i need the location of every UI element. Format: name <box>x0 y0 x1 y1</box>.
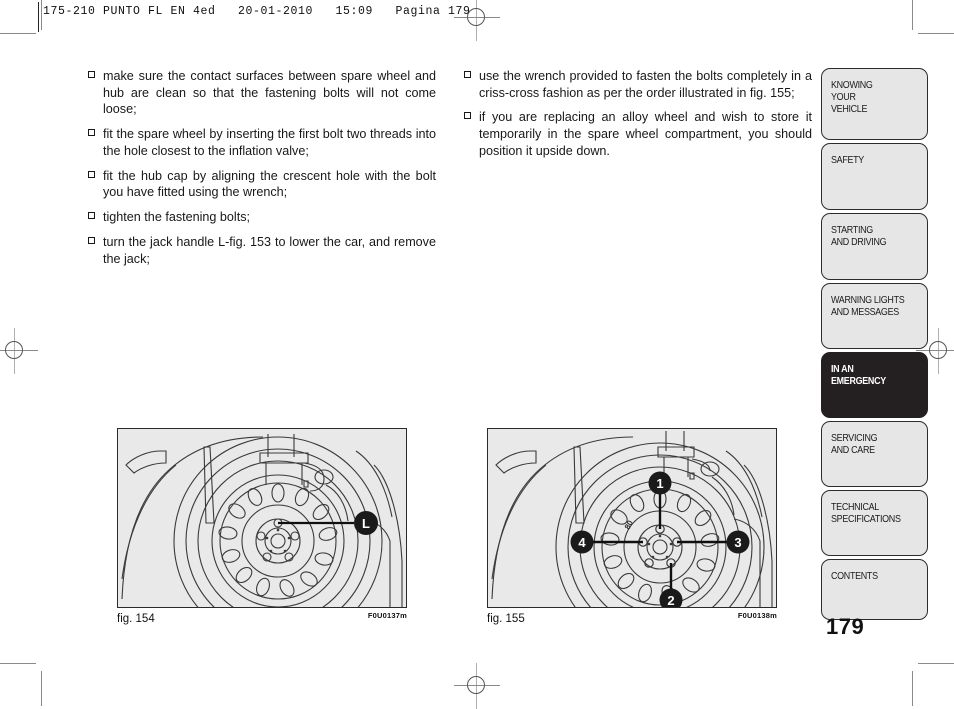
trim-mark-top-right-vertical <box>912 0 913 30</box>
tab-label: STARTING AND DRIVING <box>831 225 887 249</box>
trim-mark-top-left-vertical <box>41 0 42 30</box>
section-tab-strip: KNOWING YOUR VEHICLE SAFETY STARTING AND… <box>821 68 928 623</box>
callout-label-4: 4 <box>578 535 586 550</box>
trim-mark-top-right-horizontal <box>918 33 954 34</box>
wheel-illustration-155: 80 1 2 3 4 <box>491 431 773 608</box>
registration-mark-bottom-center <box>454 663 500 709</box>
list-item: turn the jack handle L-fig. 153 to lower… <box>88 234 436 267</box>
right-bullet-list: use the wrench provided to fasten the bo… <box>464 68 812 160</box>
list-item: fit the hub cap by aligning the crescent… <box>88 168 436 201</box>
figure-154-code: F0U0137m <box>367 611 407 620</box>
tab-label: WARNING LIGHTS AND MESSAGES <box>831 295 905 319</box>
wheel-illustration-154: L <box>121 434 403 607</box>
sidebar-item-servicing-and-care[interactable]: SERVICING AND CARE <box>821 421 928 487</box>
tab-label: SERVICING AND CARE <box>831 433 878 457</box>
list-item: fit the spare wheel by inserting the fir… <box>88 126 436 159</box>
trim-mark-bottom-left-horizontal <box>0 663 36 664</box>
square-bullet-icon <box>88 236 95 244</box>
figure-155-caption-row: fig. 155 F0U0138m <box>487 611 777 627</box>
list-item: use the wrench provided to fasten the bo… <box>464 68 812 101</box>
list-item-text: fit the spare wheel by inserting the fir… <box>103 127 436 158</box>
figure-154-caption: fig. 154 <box>117 613 155 625</box>
square-bullet-icon <box>88 212 95 220</box>
page-number: 179 <box>826 614 865 639</box>
callout-label-2: 2 <box>667 593 674 608</box>
square-bullet-icon <box>88 170 95 178</box>
list-item-text: fit the hub cap by aligning the crescent… <box>103 168 436 200</box>
body-columns: make sure the contact surfaces between s… <box>88 68 812 275</box>
sidebar-item-in-an-emergency[interactable]: IN AN EMERGENCY <box>821 352 928 418</box>
square-bullet-icon <box>464 71 471 78</box>
figure-155-caption: fig. 155 <box>487 613 525 625</box>
sidebar-item-safety[interactable]: SAFETY <box>821 143 928 210</box>
tab-label: KNOWING YOUR VEHICLE <box>831 80 873 116</box>
callout-label-L: L <box>362 516 370 531</box>
tab-label: IN AN EMERGENCY <box>831 364 886 388</box>
sidebar-item-knowing-your-vehicle[interactable]: KNOWING YOUR VEHICLE <box>821 68 928 140</box>
list-item-text: tighten the fastening bolts; <box>103 210 251 225</box>
registration-mark-left <box>0 328 38 374</box>
sidebar-item-contents[interactable]: CONTENTS <box>821 559 928 620</box>
square-bullet-icon <box>88 71 95 78</box>
list-item-text: if you are replacing an alloy wheel and … <box>479 110 812 158</box>
square-bullet-icon <box>464 112 471 120</box>
tab-label: SAFETY <box>831 155 864 166</box>
figure-155: 80 1 2 3 4 fig. 155 F0U0138m <box>487 428 777 627</box>
figure-154: L fig. 154 F0U0137m <box>117 428 407 627</box>
list-item: if you are replacing an alloy wheel and … <box>464 109 812 159</box>
sidebar-item-warning-lights-and-messages[interactable]: WARNING LIGHTS AND MESSAGES <box>821 283 928 349</box>
hub-marking-label: 80 <box>623 518 635 531</box>
left-bullet-list: make sure the contact surfaces between s… <box>88 68 436 267</box>
print-header: 175-210 PUNTO FL EN 4ed 20-01-2010 15:09… <box>43 5 471 18</box>
trim-mark-bottom-left-vertical <box>41 671 42 706</box>
trim-mark-bottom-right-horizontal <box>918 663 954 664</box>
list-item-text: use the wrench provided to fasten the bo… <box>479 69 812 100</box>
tab-label: TECHNICAL SPECIFICATIONS <box>831 502 901 526</box>
list-item-text: make sure the contact surfaces between s… <box>103 69 436 117</box>
tab-label: CONTENTS <box>831 571 878 582</box>
callout-label-3: 3 <box>734 535 741 550</box>
left-text-column: make sure the contact surfaces between s… <box>88 68 436 275</box>
figure-155-image: 80 1 2 3 4 <box>487 428 777 608</box>
trim-mark-bottom-right-vertical <box>912 671 913 706</box>
figure-155-code: F0U0138m <box>737 611 777 620</box>
callout-label-1: 1 <box>656 476 663 491</box>
list-item-text: turn the jack handle L-fig. 153 to lower… <box>103 234 436 266</box>
right-text-column: use the wrench provided to fasten the bo… <box>464 68 812 275</box>
sidebar-item-starting-and-driving[interactable]: STARTING AND DRIVING <box>821 213 928 280</box>
list-item: tighten the fastening bolts; <box>88 209 436 226</box>
figure-154-image: L <box>117 428 407 608</box>
figure-154-caption-row: fig. 154 F0U0137m <box>117 611 407 627</box>
sidebar-item-technical-specifications[interactable]: TECHNICAL SPECIFICATIONS <box>821 490 928 556</box>
square-bullet-icon <box>88 129 95 137</box>
list-item: make sure the contact surfaces between s… <box>88 68 436 118</box>
header-rule <box>38 2 39 32</box>
trim-mark-top-left-horizontal <box>0 33 36 34</box>
